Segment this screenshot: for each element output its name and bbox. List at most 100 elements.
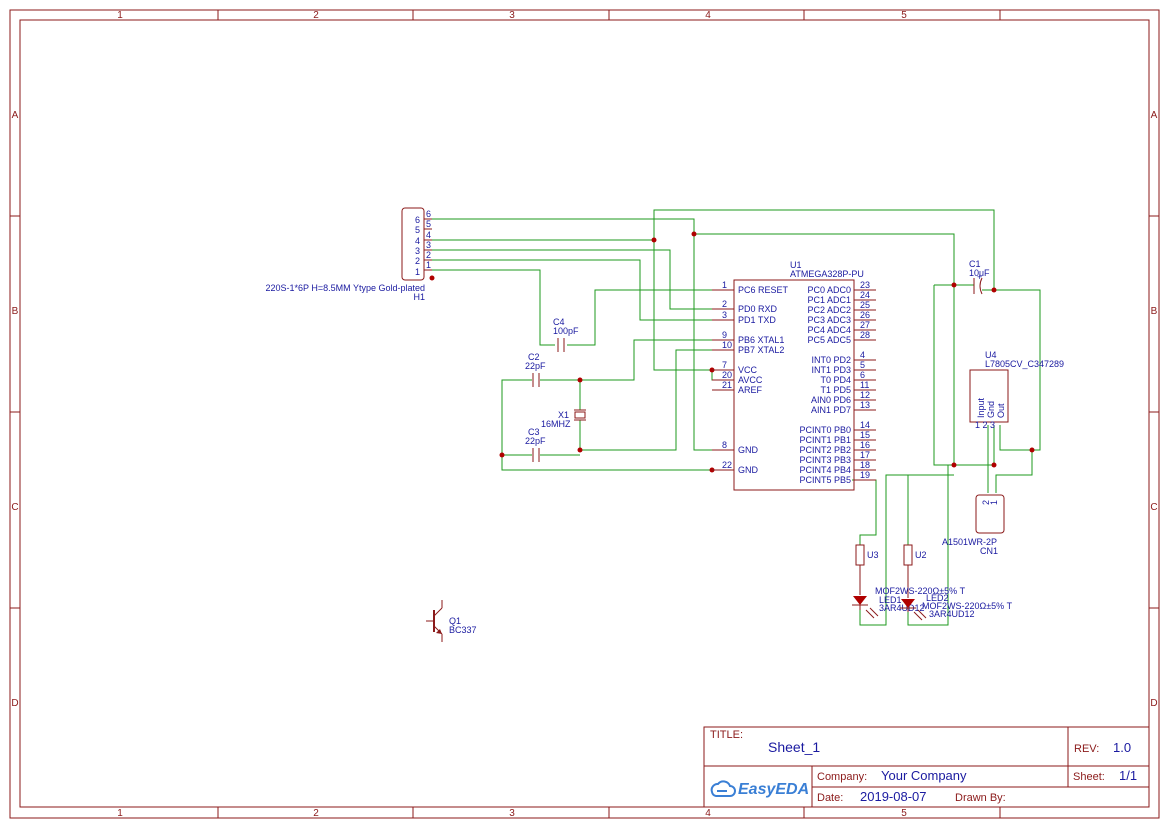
q1-value: BC337 [449, 625, 477, 635]
date-label: Date: [817, 792, 843, 804]
wire-c4-reset [567, 289, 734, 346]
wire-xtal2 [579, 349, 734, 451]
wire-h1-pin3 [432, 249, 734, 310]
date-value: 2019-08-07 [860, 789, 927, 804]
transistor-q1[interactable]: Q1 BC337 [426, 600, 477, 642]
h1-pin-4: 4 [415, 236, 420, 246]
capacitor-c3[interactable]: C3 22pF [525, 427, 546, 462]
capacitor-c2[interactable]: C2 22pF [525, 352, 546, 387]
u1-pin-number: 19 [860, 470, 870, 480]
regulator-u4[interactable]: U4 L7805CV_C347289 Input Gnd Out 1 2 3 [969, 350, 1064, 430]
wires [432, 209, 1041, 626]
connector-cn1[interactable]: 2 1 A1501WR-2P CN1 [942, 494, 1005, 556]
u1-pin-number: 27 [860, 320, 870, 330]
zone-row-b-right: B [1151, 306, 1158, 317]
wire-c3-gnd [501, 454, 734, 471]
zone-col-1-bottom: 1 [117, 808, 123, 819]
u1-right-pins: 23 PC0 ADC0 24 PC1 ADC1 25 PC2 ADC2 26 PC3 ADC3… [799, 280, 876, 485]
zone-col-4-top: 4 [705, 10, 711, 21]
cn1-pin-1: 1 [989, 500, 999, 505]
sheet-label: Sheet: [1073, 771, 1105, 783]
cloud-link-icon [710, 780, 736, 797]
h1-pin-3-out: 3 [426, 240, 431, 250]
junction-dot [499, 452, 505, 458]
u1-pin-label: PC5 ADC5 [807, 335, 851, 345]
u1-pin-label: AVCC [738, 375, 763, 385]
capacitor-c4[interactable]: C4 100pF [553, 317, 579, 352]
u1-pin-number: 23 [860, 280, 870, 290]
cn1-ref: CN1 [980, 546, 998, 556]
u1-pin-number: 22 [722, 460, 732, 470]
drawn-by-label: Drawn By: [955, 792, 1006, 804]
resistor-u2-body[interactable] [903, 544, 913, 566]
junction-dot [991, 287, 997, 293]
u1-pin-number: 12 [860, 390, 870, 400]
u1-pin-label: INT1 PD3 [811, 365, 851, 375]
u1-pin-4: 4 INT0 PD2 [811, 350, 876, 365]
zone-col-5-bottom: 5 [901, 808, 907, 819]
junction-dot [1029, 447, 1035, 453]
c1-value: 10uF [969, 268, 990, 278]
u1-pin-number: 15 [860, 430, 870, 440]
mcu-u1[interactable]: U1 ATMEGA328P-PU 1 PC6 RESET2 PD0 RXD3 PD1 … [712, 260, 876, 491]
u4-pin-out: Out [996, 403, 1006, 418]
c4-value: 100pF [553, 326, 579, 336]
h1-pin-2-out: 2 [426, 250, 431, 260]
u1-left-pins: 1 PC6 RESET 2 PD0 RXD 3 PD1 TXD 9 PB6 XTAL1 10 PB… [712, 280, 789, 475]
u1-pin-label: PCINT5 PB5 [799, 475, 851, 485]
u1-pin-label: PB7 XTAL2 [738, 345, 784, 355]
h1-pin-6: 6 [415, 215, 420, 225]
h1-value: 220S-1*6P H=8.5MM Ytype Gold-plated [265, 283, 425, 293]
h1-pin-5: 5 [415, 225, 420, 235]
company-label: Company: [817, 771, 867, 783]
u1-pin-label: PCINT4 PB4 [799, 465, 851, 475]
u1-pin-number: 25 [860, 300, 870, 310]
u1-pin-number: 18 [860, 460, 870, 470]
u1-pin-number: 7 [722, 360, 727, 370]
header-h1-body[interactable] [401, 207, 425, 281]
u4-value: L7805CV_C347289 [985, 359, 1064, 369]
u4-pin-input: Input [976, 397, 986, 418]
capacitor-c1[interactable]: + C1 10uF [969, 259, 990, 295]
u1-pin-7: 7 VCC [712, 360, 758, 375]
zone-col-3-top: 3 [509, 10, 515, 21]
h1-pin-2: 2 [415, 256, 420, 266]
schematic-sheet: 1 2 3 4 5 1 2 3 4 5 A B C D A B C D 6 5 … [9, 9, 1160, 819]
u1-pin-number: 13 [860, 400, 870, 410]
title-value: Sheet_1 [768, 739, 820, 755]
wire-h1-pin1 [432, 269, 555, 346]
u1-pin-number: 8 [722, 440, 727, 450]
junction-dot [951, 282, 957, 288]
zone-row-d-left: D [11, 698, 18, 709]
u1-pin-label: PC2 ADC2 [807, 305, 851, 315]
u1-pin-number: 10 [722, 340, 732, 350]
led2-value: 3AR4UD12 [929, 609, 975, 619]
crystal-x1[interactable]: X1 16MHZ [541, 409, 586, 429]
logo-text: EasyEDA [738, 781, 809, 798]
zone-col-2-bottom: 2 [313, 808, 319, 819]
wire-cn1-pin1 [995, 450, 1033, 493]
zone-row-c-right: C [1150, 502, 1157, 513]
zone-row-d-right: D [1150, 698, 1157, 709]
zone-col-5-top: 5 [901, 10, 907, 21]
u1-pin-22: 22 GND [712, 460, 759, 475]
u1-pin-label: AREF [738, 385, 763, 395]
crystal-x1-body[interactable] [574, 411, 586, 419]
header-h1[interactable]: 6 5 4 3 2 1 6 5 4 3 2 1 220S-1*6P H=8.5M… [265, 207, 432, 302]
resistor-u3-body[interactable] [855, 544, 865, 566]
h1-pin-5-out: 5 [426, 219, 431, 229]
u1-pin-label: PD0 RXD [738, 304, 778, 314]
u1-pin-number: 24 [860, 290, 870, 300]
h1-ref: H1 [413, 292, 425, 302]
zone-col-4-bottom: 4 [705, 808, 711, 819]
junction-dot [577, 377, 583, 383]
zone-row-b-left: B [12, 306, 19, 317]
u1-pin-label: PC6 RESET [738, 285, 789, 295]
led1-symbol [853, 596, 867, 605]
junction-dot [577, 447, 583, 453]
u1-pin-label: PCINT0 PB0 [799, 425, 851, 435]
h1-pin-6-out: 6 [426, 209, 431, 219]
u4-pin-numbers: 1 2 3 [975, 420, 995, 430]
u1-pin-1: 1 PC6 RESET [712, 280, 789, 295]
junction-dot [951, 462, 957, 468]
